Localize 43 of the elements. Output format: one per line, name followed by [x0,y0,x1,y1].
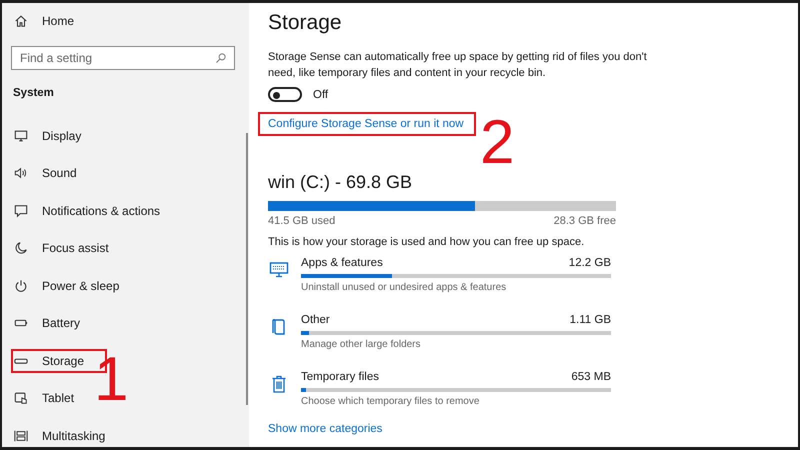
scrollbar[interactable] [246,133,248,405]
toggle-label: Off [313,88,328,100]
windows-icon [14,428,28,443]
monitor-icon [14,128,28,143]
tablet-icon [14,391,28,406]
category-name[interactable]: Temporary files [301,371,379,383]
category-name[interactable]: Apps & features [301,257,383,269]
free-text: 28.3 GB free [554,215,616,227]
speaker-icon [14,166,28,180]
page-title: Storage [268,11,343,35]
callout-number: 1 [94,349,128,411]
search-icon [215,52,227,64]
sidebar-item[interactable]: Battery [4,304,94,342]
power-icon [14,278,28,293]
show-more-link[interactable]: Show more categories [268,423,382,435]
speech-bubble-icon [14,204,28,218]
category-size: 1.11 GB [570,314,611,326]
sidebar-item[interactable]: Multitasking [4,417,120,447]
category-size: 12.2 GB [568,257,611,269]
home-icon [14,14,28,28]
category-description: Choose which temporary files to remove [301,396,480,407]
description-text: Storage Sense can automatically free up space by getting rid of files you don't need, like temporary files and content in your recycle bin. [268,50,648,81]
sidebar-item[interactable]: Notifications & actions [4,192,174,230]
callout-number: 2 [480,112,514,174]
category-description: Uninstall unused or undesired apps & features [301,282,508,293]
sidebar-item[interactable]: Tablet [4,380,88,417]
sidebar-item[interactable]: Focus assist [4,230,123,267]
info-text: This is how your storage is used and how you can free up space. [268,236,586,248]
keyboard-monitor-icon [269,260,289,280]
section-heading: System [12,87,55,99]
search-field[interactable]: Find a setting [11,46,235,70]
category-description: Manage other large folders [301,339,422,350]
sidebar-item[interactable]: Sound [4,154,91,192]
sidebar-item[interactable]: Display [4,117,96,154]
category-name[interactable]: Other [301,314,330,326]
toggle-switch[interactable] [268,87,302,102]
moon-icon [14,241,28,256]
home-link[interactable]: Home [42,14,74,28]
sidebar-item[interactable]: Power & sleep [4,267,134,304]
drive-title: win (C:) - 69.8 GB [268,172,414,193]
category-size: 653 MB [571,371,611,383]
configure-link[interactable]: Configure Storage Sense or run it now [260,114,474,134]
used-text: 41.5 GB used [268,215,336,227]
